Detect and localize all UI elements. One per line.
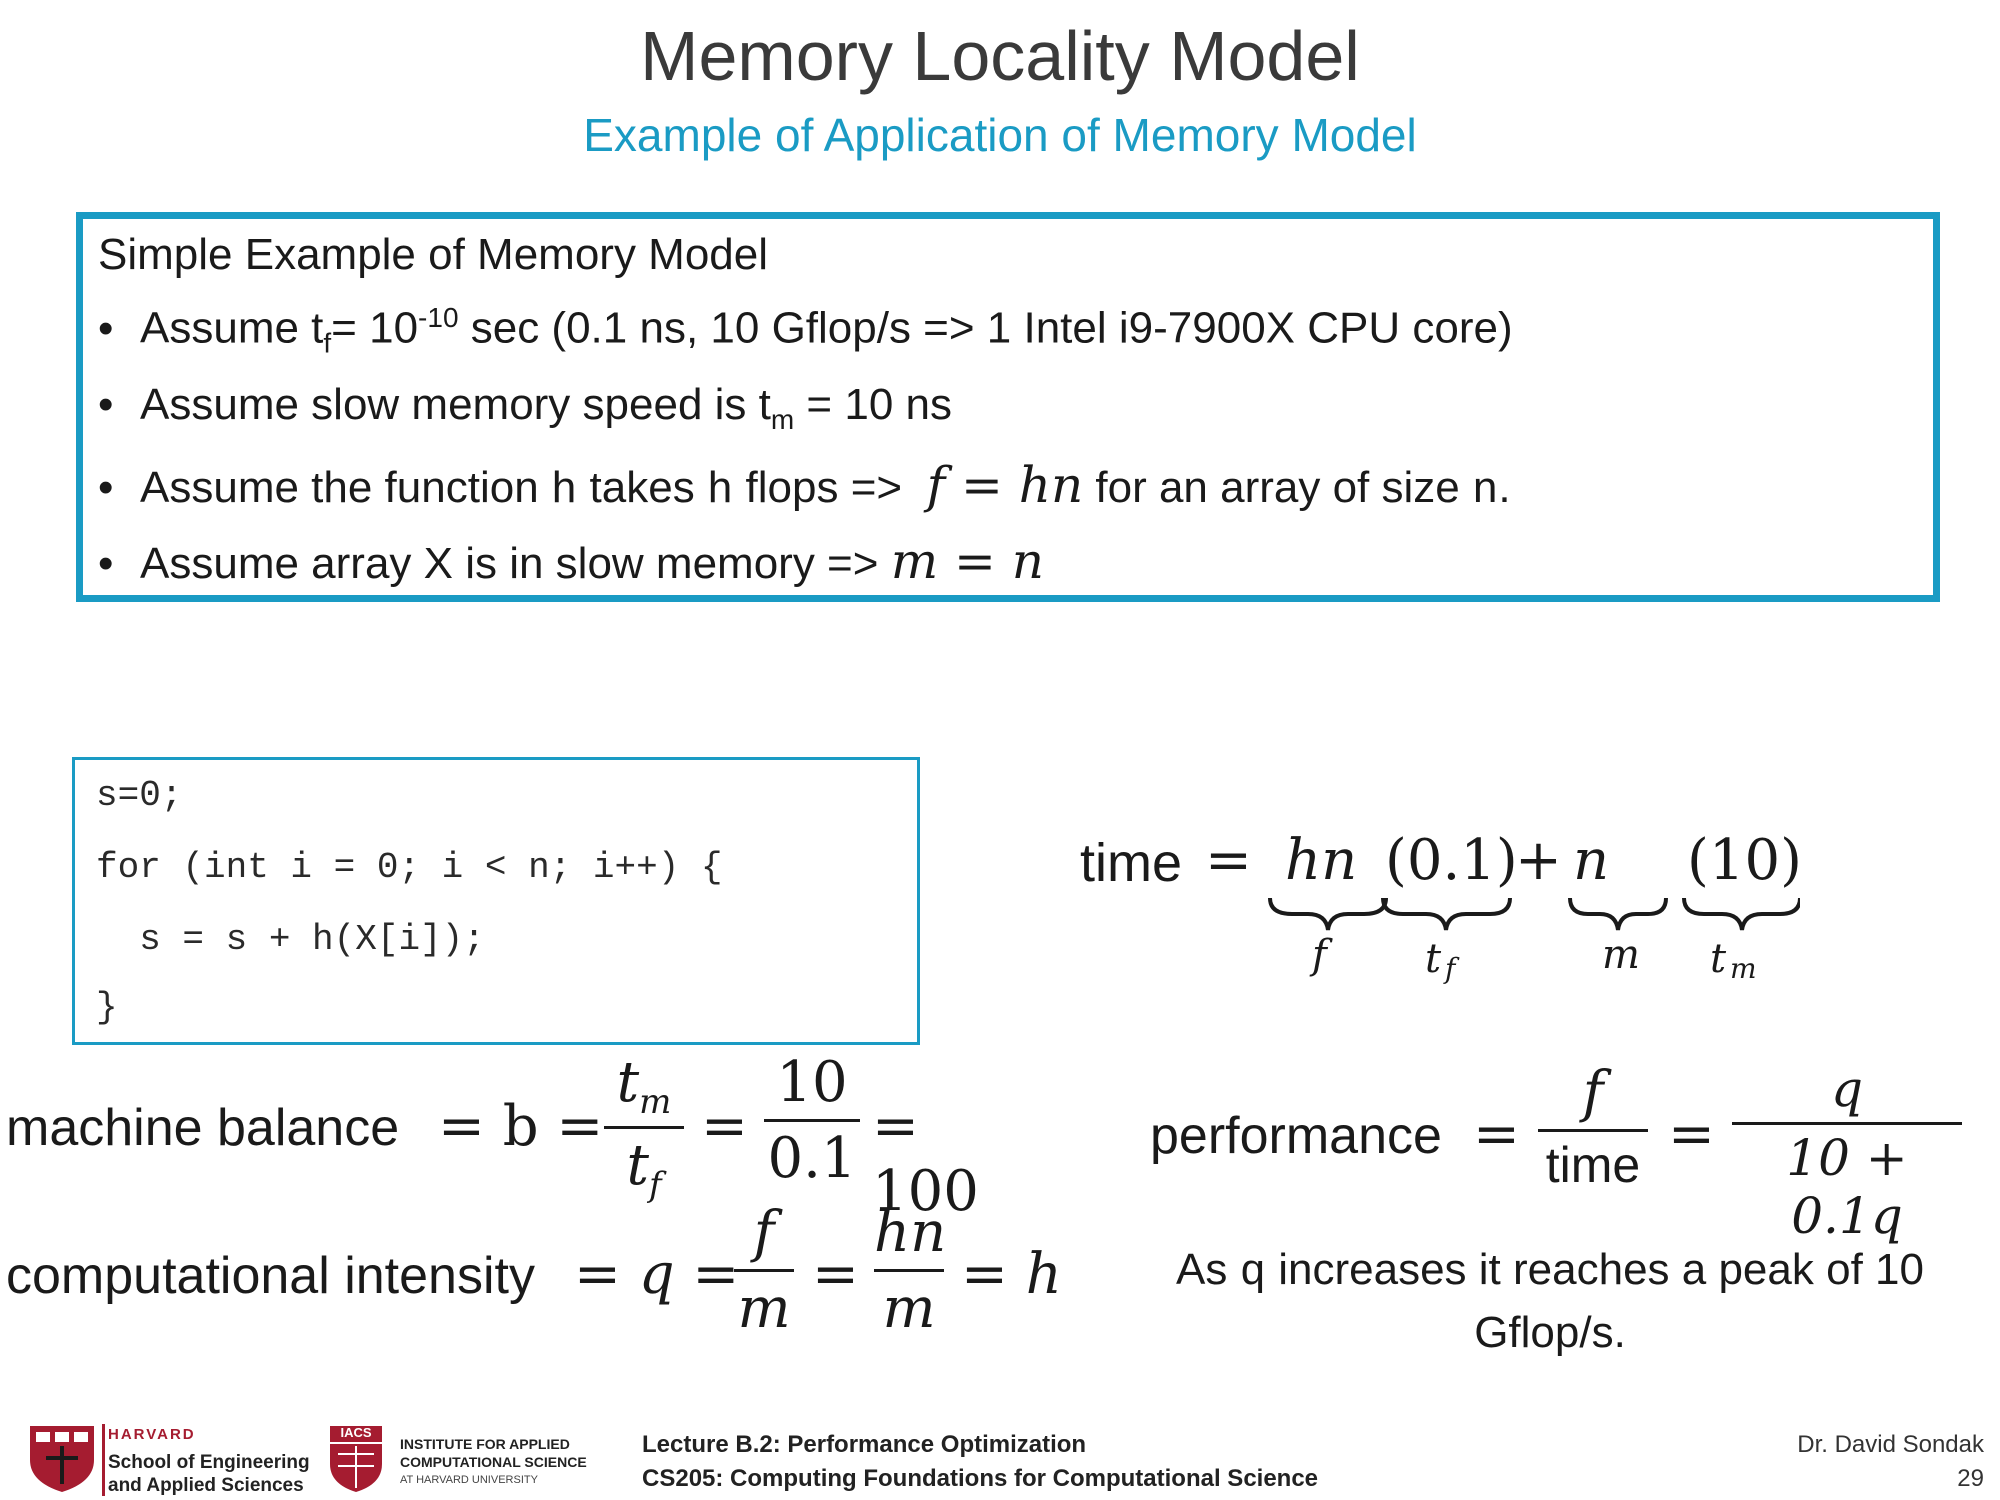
footer-author: Dr. David Sondak (1797, 1431, 1984, 1458)
bullet-dot: • (98, 463, 114, 512)
seas-name-line1: School of Engineering (108, 1452, 310, 1473)
bullet-dot: • (98, 303, 114, 353)
math-f-equals-hn: f = hn (926, 456, 1084, 514)
machine-balance-equation: machine balance = b = tm tf = 10 0.1 = 1… (6, 1050, 979, 1224)
code-line: for (int i = 0; i < n; i++) { (96, 847, 723, 888)
iacs-name-line2: COMPUTATIONAL SCIENCE (400, 1454, 587, 1470)
code-line: s=0; (96, 775, 183, 816)
bullet-item-array-x: • Assume array X is in slow memory => m =… (98, 532, 1044, 590)
underbrace (1568, 897, 1668, 931)
iacs-name-line1: INSTITUTE FOR APPLIED (400, 1436, 570, 1452)
bullet-item-function-h: • Assume the function h takes h flops => … (98, 456, 1511, 516)
assumptions-heading: Simple Example of Memory Model (98, 230, 769, 279)
footer-lecture: Lecture B.2: Performance Optimization (642, 1431, 1087, 1458)
underbrace (1268, 897, 1388, 931)
slide-subtitle: Example of Application of Memory Model (583, 109, 1417, 161)
computational-intensity-equation: computational intensity = q = f m = hn m… (6, 1200, 1062, 1341)
logo-divider (102, 1424, 105, 1496)
bullet-dot: • (98, 380, 114, 429)
fraction-tm-over-tf: tm tf (604, 1050, 684, 1205)
underbrace (1682, 897, 1800, 931)
underbrace (1381, 897, 1512, 931)
page-number: 29 (1957, 1465, 1984, 1492)
fraction-f-over-m: f m (734, 1200, 794, 1341)
footer-course: CS205: Computing Foundations for Computa… (642, 1465, 1319, 1492)
fraction-hn-over-m: hn m (874, 1200, 947, 1341)
harvard-wordmark: HARVARD (108, 1426, 196, 1443)
fraction-10-over-0-1: 10 0.1 (764, 1050, 860, 1191)
code-line: } (96, 987, 118, 1028)
iacs-tag: IACS (340, 1425, 372, 1440)
code-line: s = s + h(X[i]); (96, 919, 485, 960)
bullet-dot: • (98, 539, 114, 588)
time-equation: time = hn (0.1) + n (10) f t f m t m (1080, 820, 1802, 1000)
peak-note: As q increases it reaches a peak of 10 G… (1176, 1245, 1924, 1357)
bullet-item-tf: • Assume tf= 10-10 sec (0.1 ns, 10 Gflop/… (98, 302, 1513, 359)
performance-equation: performance = f time = q 10 + 0.1q (1150, 1060, 1970, 1245)
code-box (72, 757, 920, 1045)
fraction-q-over-10-plus-0-1q: q 10 + 0.1q (1732, 1060, 1962, 1245)
bullet-item-tm: • Assume slow memory speed is tm = 10 ns (98, 380, 952, 435)
math-m-equals-n: m = n (890, 532, 1044, 590)
fraction-f-over-time: f time (1538, 1060, 1648, 1194)
harvard-shield-icon (30, 1426, 94, 1492)
slide-title: Memory Locality Model (640, 17, 1360, 95)
seas-name-line2: and Applied Sciences (108, 1475, 304, 1496)
iacs-name-line3: AT HARVARD UNIVERSITY (400, 1474, 538, 1486)
